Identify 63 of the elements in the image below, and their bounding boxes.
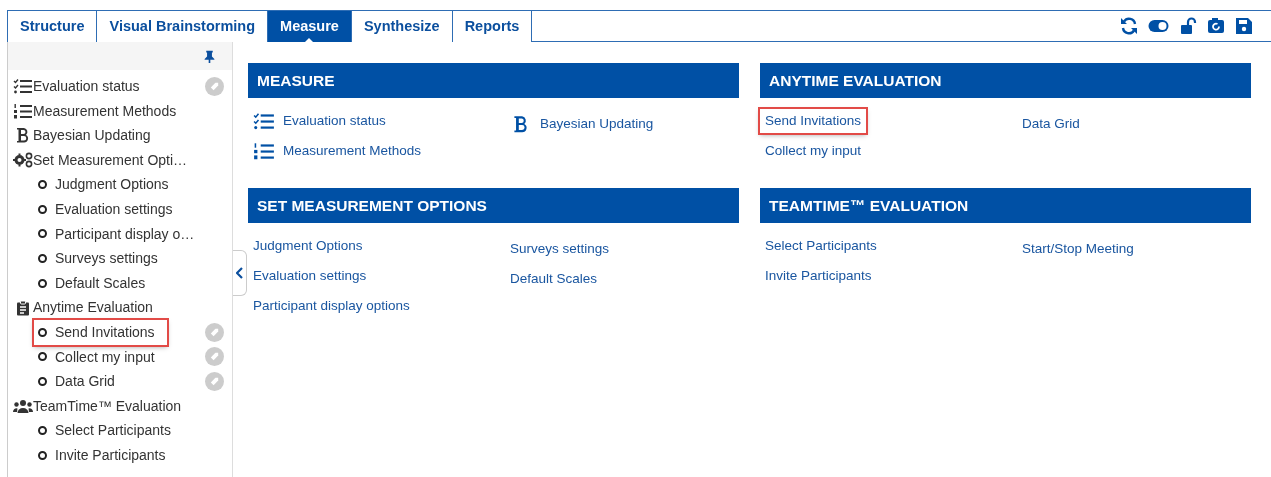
sidebar-item[interactable]: Collect my input [38,344,155,370]
bullet-icon [38,376,47,386]
refresh-icon[interactable] [1120,17,1138,35]
sidebar-item[interactable]: Default Scales [38,270,146,296]
sidebar-item[interactable]: Surveys settings [38,246,158,271]
link[interactable]: Select Participants [760,233,882,259]
link[interactable]: Measurement Methods [248,138,427,164]
sidebar-item[interactable]: Measurement Methods [13,98,177,124]
bullet-icon [38,450,47,460]
toggle-icon[interactable] [1148,17,1169,35]
section-header: ANYTIME EVALUATION [760,63,1251,98]
bullet-icon [38,327,47,337]
link[interactable]: Default Scales [505,266,603,292]
sidebar-item[interactable]: Data Grid [38,369,115,394]
tab[interactable]: Synthesize [351,10,453,42]
section-header: MEASURE [248,63,739,98]
link[interactable]: Surveys settings [505,236,615,262]
link[interactable]: Bayesian Updating [505,111,659,137]
link[interactable]: Collect my input [760,138,867,164]
sidebar-item[interactable]: Evaluation status [13,74,140,99]
camera-refresh-icon[interactable] [1207,17,1225,35]
pin-icon[interactable] [203,48,216,64]
link[interactable]: Evaluation status [248,108,391,134]
chevron-left-icon [235,267,244,279]
sidebar-item[interactable]: Select Participants [38,418,171,443]
sidebar-item[interactable]: Judgment Options [38,172,169,197]
link[interactable]: Invite Participants [760,263,877,289]
numbered-list-icon [253,142,275,160]
bullet-icon [38,253,47,263]
link[interactable]: Judgment Options [248,233,368,259]
sidebar-item[interactable]: Participant display o… [38,221,195,247]
sidebar-item[interactable]: Invite Participants [38,442,166,468]
checklist-icon [13,78,33,95]
bullet-icon [38,229,47,239]
tab[interactable]: Reports [452,10,533,42]
tab[interactable]: Visual Brainstorming [97,10,269,42]
people-icon [13,398,33,414]
bullet-icon [38,278,47,288]
bullet-icon [38,204,47,214]
checklist-icon [253,112,275,130]
sidebar-item[interactable]: Anytime Evaluation [13,295,153,320]
link[interactable]: Send Invitations [760,108,867,134]
tab[interactable]: Measure [268,10,352,42]
bullet-icon [38,352,47,362]
sidebar-item[interactable]: TeamTime™ Evaluation [13,393,182,419]
sidebar-item[interactable]: Set Measurement Opti… [13,147,188,173]
bullet-icon [38,426,47,436]
sidebar-item[interactable]: Bayesian Updating [13,123,151,148]
save-icon[interactable] [1235,17,1253,35]
link[interactable]: Start/Stop Meeting [1017,236,1139,262]
collapse-handle[interactable] [233,250,247,296]
gears-icon [13,152,33,169]
unlock-icon[interactable] [1179,17,1197,35]
sidebar-item[interactable]: Evaluation settings [38,196,173,222]
sidebar-item[interactable]: Send Invitations [34,319,167,345]
section-header: TEAMTIME™ EVALUATION [760,188,1251,223]
link[interactable]: Data Grid [1017,111,1085,137]
link[interactable]: Participant display options [248,293,415,319]
numbered-list-icon [13,102,33,119]
section-header: SET MEASUREMENT OPTIONS [248,188,739,223]
bullet-icon [38,180,47,190]
link[interactable]: Evaluation settings [248,263,372,289]
tab[interactable]: Structure [8,10,98,42]
